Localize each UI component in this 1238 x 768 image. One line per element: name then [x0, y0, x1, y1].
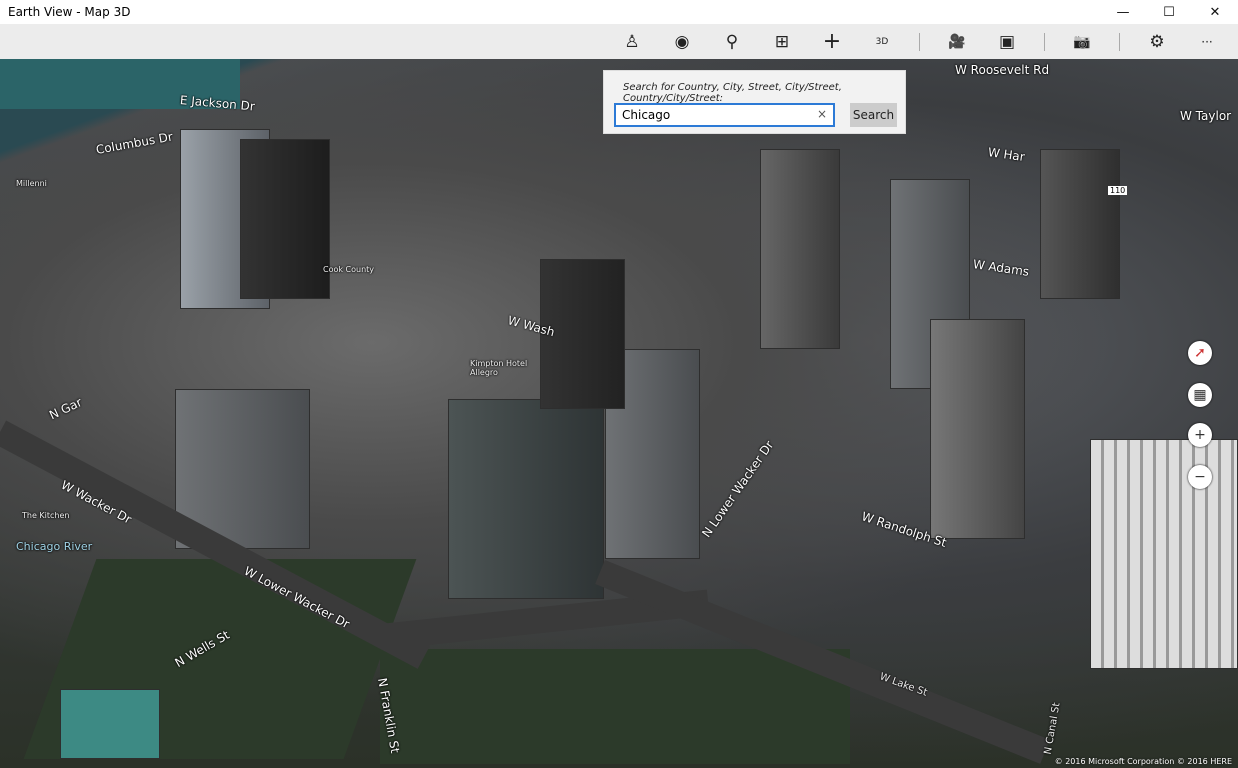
search-icon[interactable]: ⚲ — [707, 24, 757, 59]
train-yard — [1090, 439, 1238, 669]
street-label: E Jackson Dr — [179, 93, 255, 113]
river — [380, 649, 850, 764]
search-input[interactable]: Chicago — [614, 103, 835, 127]
compass-button[interactable]: ➚ — [1188, 341, 1212, 365]
camera-icon[interactable]: 📷 — [1057, 24, 1107, 59]
film-icon[interactable]: ▣ — [982, 24, 1032, 59]
search-button[interactable]: Search — [850, 103, 897, 127]
add-icon[interactable]: + — [807, 24, 857, 59]
settings-icon[interactable]: ⚙ — [1132, 24, 1182, 59]
separator — [1044, 33, 1045, 51]
search-hint: Search for Country, City, Street, City/S… — [623, 82, 905, 104]
zoom-out-button[interactable]: − — [1188, 465, 1212, 489]
street-label: N Gar — [47, 395, 84, 422]
minimize-button[interactable]: — — [1100, 0, 1146, 24]
more-icon[interactable]: ··· — [1182, 24, 1232, 59]
view-icon[interactable]: ◉ — [657, 24, 707, 59]
map-3d-view[interactable]: W Roosevelt Rd E Jackson Dr Columbus Dr … — [0, 59, 1238, 768]
rotate-3d-icon[interactable]: 3D — [857, 24, 907, 59]
video-camera-icon[interactable]: 🎥 — [932, 24, 982, 59]
close-button[interactable]: ✕ — [1192, 0, 1238, 24]
street-label: W Har — [987, 145, 1026, 164]
building — [930, 319, 1025, 539]
separator — [1119, 33, 1120, 51]
search-panel: Search for Country, City, Street, City/S… — [603, 70, 906, 134]
zoom-in-button[interactable]: + — [1188, 423, 1212, 447]
building — [448, 399, 604, 599]
place-label: Millenni — [16, 179, 47, 188]
street-label: W Taylor — [1180, 109, 1231, 123]
building — [240, 139, 330, 299]
street-label: Columbus Dr — [95, 130, 174, 157]
place-label: Kimpton Hotel Allegro — [470, 359, 530, 377]
street-label: N Canal St — [1043, 702, 1063, 756]
clear-icon[interactable]: × — [817, 107, 827, 121]
title-bar: Earth View - Map 3D — ☐ ✕ — [0, 0, 1238, 24]
river-label: Chicago River — [16, 540, 92, 553]
place-label: Cook County — [323, 265, 374, 274]
copyright: © 2016 Microsoft Corporation © 2016 HERE — [1055, 757, 1232, 766]
map-layers-button[interactable]: ▦ — [1188, 383, 1212, 407]
street-label: W Adams — [972, 257, 1030, 279]
building — [1040, 149, 1120, 299]
building — [60, 689, 160, 759]
toolbar: ♙ ◉ ⚲ ⊞ + 3D 🎥 ▣ 📷 ⚙ ··· — [0, 24, 1238, 59]
building — [760, 149, 840, 349]
street-label: W Roosevelt Rd — [955, 63, 1049, 77]
window-title: Earth View - Map 3D — [8, 5, 1100, 19]
grid-icon[interactable]: ⊞ — [757, 24, 807, 59]
place-label: The Kitchen — [22, 511, 70, 520]
maximize-button[interactable]: ☐ — [1146, 0, 1192, 24]
street-label: N Lower Wacker Dr — [699, 438, 776, 540]
streetside-icon[interactable]: ♙ — [607, 24, 657, 59]
route-shield: 110 — [1108, 186, 1127, 195]
separator — [919, 33, 920, 51]
